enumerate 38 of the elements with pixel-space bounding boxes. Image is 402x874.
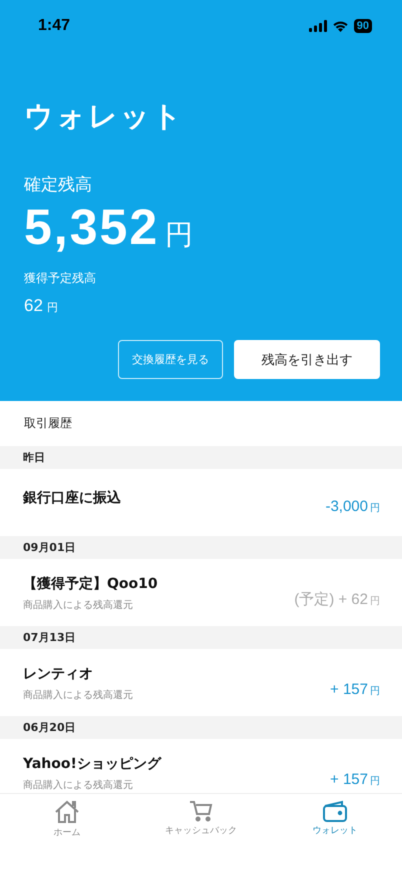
transaction-amount: -3,000 円 <box>325 498 380 515</box>
date-header: 06月20日 <box>0 716 402 739</box>
tab-item[interactable]: キャッシュバック <box>141 800 261 837</box>
transaction-subtitle: 商品購入による残高還元 <box>23 778 134 792</box>
balance-label: 確定残高 <box>24 174 93 196</box>
wallet-icon <box>322 800 348 822</box>
balance-amount: 5,352 <box>24 198 160 256</box>
transaction-subtitle: 商品購入による残高還元 <box>23 598 134 612</box>
transaction-row[interactable]: Yahoo!ショッピング 商品購入による残高還元 + 157 円 <box>0 739 402 793</box>
date-header: 09月01日 <box>0 536 402 559</box>
transaction-title: 【獲得予定】Qoo10 <box>23 575 158 593</box>
home-icon <box>54 800 80 824</box>
section-title: 取引履歴 <box>23 415 73 432</box>
wifi-icon <box>332 20 349 32</box>
currency-unit: 円 <box>46 300 58 315</box>
currency-unit: 円 <box>165 217 194 253</box>
transaction-row[interactable]: 【獲得予定】Qoo10 商品購入による残高還元 (予定) + 62 円 <box>0 559 402 626</box>
pending-label: 獲得予定残高 <box>24 270 97 287</box>
transaction-title: レンティオ <box>23 665 94 683</box>
battery-level: 90 <box>354 19 372 33</box>
transaction-row[interactable]: 銀行口座に振込 -3,000 円 <box>0 469 402 536</box>
transaction-title: Yahoo!ショッピング <box>23 755 161 773</box>
withdraw-button[interactable]: 残高を引き出す <box>234 340 380 379</box>
pending-amount: 62 <box>24 296 43 316</box>
tab-item[interactable]: ホーム <box>7 800 127 839</box>
transaction-subtitle: 商品購入による残高還元 <box>23 688 133 702</box>
signal-icon <box>308 20 327 32</box>
page-title: ウォレット <box>24 98 185 135</box>
tab-item[interactable]: ウォレット <box>275 800 395 837</box>
cart-icon <box>189 800 213 822</box>
status-time: 1:47 <box>38 17 70 35</box>
transaction-amount: + 157 円 <box>330 681 380 698</box>
transaction-amount: + 157 円 <box>330 771 380 788</box>
date-header: 07月13日 <box>0 626 402 649</box>
transaction-row[interactable]: レンティオ 商品購入による残高還元 + 157 円 <box>0 649 402 716</box>
date-header: 昨日 <box>0 446 402 469</box>
transaction-amount: (予定) + 62 円 <box>294 590 380 609</box>
transaction-title: 銀行口座に振込 <box>23 489 121 507</box>
